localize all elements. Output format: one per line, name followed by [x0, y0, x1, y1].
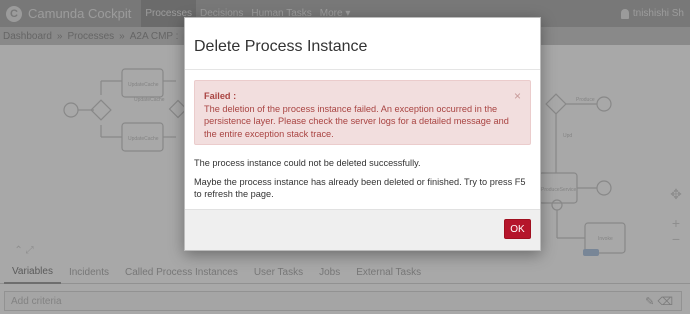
alert-close-icon[interactable]: ×	[514, 90, 521, 102]
delete-process-instance-dialog: Delete Process Instance × Failed : The d…	[184, 17, 541, 251]
dialog-footer: OK	[185, 209, 540, 250]
alert-message: The deletion of the process instance fai…	[204, 103, 509, 139]
error-alert: × Failed : The deletion of the process i…	[194, 80, 531, 145]
dialog-header: Delete Process Instance	[185, 18, 540, 70]
dialog-title: Delete Process Instance	[194, 38, 368, 55]
dialog-hint: Maybe the process instance has already b…	[194, 176, 526, 200]
dialog-body: × Failed : The deletion of the process i…	[185, 70, 540, 201]
ok-button[interactable]: OK	[504, 219, 531, 239]
dialog-message: The process instance could not be delete…	[194, 158, 421, 168]
alert-title: Failed :	[204, 91, 237, 101]
